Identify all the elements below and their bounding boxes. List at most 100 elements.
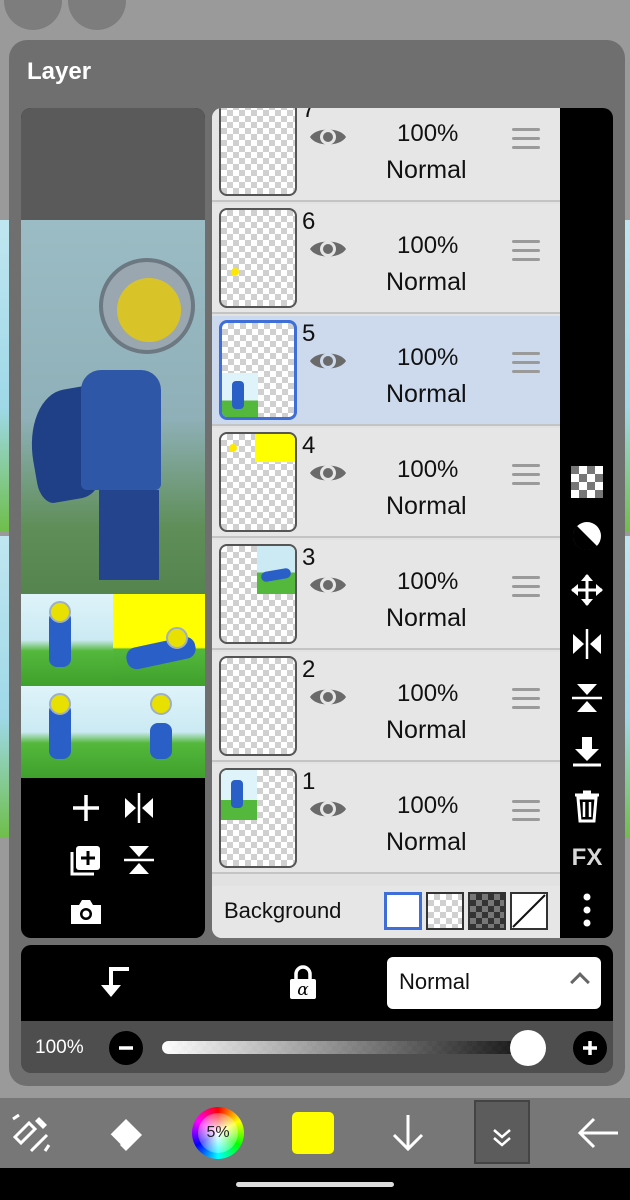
- move-icon: [571, 574, 603, 606]
- back-button[interactable]: [570, 1106, 624, 1160]
- duplicate-layer-button[interactable]: [66, 840, 106, 880]
- arrow-down-icon: [392, 1115, 424, 1152]
- eye-icon[interactable]: [308, 682, 348, 712]
- layer-opacity: 100%: [397, 344, 459, 371]
- background-transparent-dark-swatch[interactable]: [468, 892, 506, 930]
- drag-handle-icon[interactable]: [512, 128, 540, 152]
- merge-down-button[interactable]: [567, 732, 607, 772]
- opacity-slider-handle[interactable]: [510, 1030, 546, 1066]
- flip-horizontal-icon: [125, 793, 153, 823]
- delete-layer-button[interactable]: [567, 786, 607, 826]
- trash-icon: [575, 790, 599, 823]
- preview-empty-area: [21, 108, 205, 220]
- background-transparent-light-swatch[interactable]: [426, 892, 464, 930]
- layer-blend-mode: Normal: [386, 604, 467, 632]
- fx-button[interactable]: FX: [567, 838, 607, 878]
- layer-opacity: 100%: [397, 232, 459, 259]
- layer-opacity: 100%: [397, 792, 459, 819]
- clipping-button[interactable]: [97, 965, 137, 1005]
- layer-preview-panel: [21, 108, 205, 938]
- drag-handle-icon[interactable]: [512, 240, 540, 264]
- layer-number: 1: [302, 768, 316, 795]
- layer-opacity: 100%: [397, 456, 459, 483]
- layer-thumbnail[interactable]: [219, 208, 297, 308]
- drag-handle-icon[interactable]: [512, 576, 540, 600]
- layer-row-1[interactable]: 1 100% Normal: [212, 764, 560, 874]
- opacity-slider-track[interactable]: [162, 1041, 542, 1054]
- layer-flip-vertical-button[interactable]: [567, 678, 607, 718]
- camera-icon: [71, 900, 101, 924]
- eraser-icon: [109, 1119, 142, 1151]
- system-navigation-bar: [0, 1168, 630, 1200]
- eye-icon[interactable]: [308, 122, 348, 152]
- layer-row-2[interactable]: 2 100% Normal: [212, 652, 560, 762]
- collapse-toolbar-button[interactable]: [474, 1100, 530, 1164]
- flip-horizontal-button[interactable]: [119, 788, 159, 828]
- redo-button[interactable]: [68, 0, 126, 30]
- svg-text:α: α: [297, 980, 309, 1000]
- tool-switch-button[interactable]: [4, 1106, 58, 1160]
- eye-icon[interactable]: [308, 346, 348, 376]
- layer-row-5[interactable]: 5 100% Normal: [212, 316, 560, 426]
- eraser-tool-button[interactable]: [98, 1106, 152, 1160]
- preview-tools: [21, 778, 205, 938]
- blend-mode-value: Normal: [399, 969, 470, 994]
- plus-icon: [583, 1041, 597, 1055]
- layer-thumbnail[interactable]: [219, 656, 297, 756]
- flip-horizontal-icon: [573, 629, 601, 659]
- layer-row-3[interactable]: 3 100% Normal: [212, 540, 560, 650]
- layer-opacity: 100%: [397, 120, 459, 147]
- brush-size-button[interactable]: 5%: [191, 1106, 245, 1160]
- layer-row-4[interactable]: 4 100% Normal: [212, 428, 560, 538]
- transparency-lock-button[interactable]: [567, 462, 607, 502]
- eye-icon[interactable]: [308, 458, 348, 488]
- minus-icon: [119, 1046, 133, 1050]
- opacity-value: 100%: [35, 1037, 84, 1058]
- layer-blend-mode: Normal: [386, 156, 467, 184]
- more-vertical-icon: [583, 893, 591, 927]
- layer-opacity: 100%: [397, 680, 459, 707]
- drag-handle-icon[interactable]: [512, 688, 540, 712]
- preview-tile: [21, 594, 113, 686]
- eye-icon[interactable]: [308, 570, 348, 600]
- layer-down-button[interactable]: [381, 1106, 435, 1160]
- more-options-button[interactable]: [567, 890, 607, 930]
- contrast-icon: [572, 522, 601, 551]
- invert-button[interactable]: [567, 516, 607, 556]
- eye-icon[interactable]: [308, 794, 348, 824]
- layer-thumbnail[interactable]: [219, 768, 297, 868]
- home-gesture-pill[interactable]: [236, 1182, 394, 1187]
- eye-icon[interactable]: [308, 234, 348, 264]
- background-white-swatch[interactable]: [384, 892, 422, 930]
- alpha-lock-button[interactable]: α: [287, 965, 327, 1005]
- opacity-decrease-button[interactable]: [109, 1031, 143, 1065]
- camera-button[interactable]: [66, 892, 106, 932]
- flip-vertical-button[interactable]: [119, 840, 159, 880]
- layer-row-7[interactable]: 7 100% Normal: [212, 108, 560, 202]
- background-label: Background: [224, 898, 342, 923]
- drag-handle-icon[interactable]: [512, 352, 540, 376]
- brush-size-value: 5%: [198, 1113, 238, 1153]
- color-picker-button[interactable]: [286, 1106, 340, 1160]
- layer-thumbnail[interactable]: [219, 108, 297, 196]
- undo-button[interactable]: [4, 0, 62, 30]
- layer-blend-mode: Normal: [386, 380, 467, 408]
- layer-thumbnail[interactable]: [219, 320, 297, 420]
- blend-mode-select[interactable]: Normal: [387, 957, 601, 1009]
- layer-row-6[interactable]: 6 100% Normal: [212, 204, 560, 314]
- clipping-arrow-icon: [101, 967, 129, 997]
- layer-number: 6: [302, 208, 316, 235]
- layer-thumbnail[interactable]: [219, 432, 297, 532]
- move-layer-button[interactable]: [567, 570, 607, 610]
- add-layer-button[interactable]: [66, 788, 106, 828]
- layer-list[interactable]: 7 100% Normal 6 100% Normal 5 100% Norma: [212, 108, 560, 938]
- layer-flip-horizontal-button[interactable]: [567, 624, 607, 664]
- drag-handle-icon[interactable]: [512, 464, 540, 488]
- drag-handle-icon[interactable]: [512, 800, 540, 824]
- layer-thumbnail[interactable]: [219, 544, 297, 644]
- preview-composite-grid: [21, 594, 205, 778]
- flip-vertical-icon: [572, 684, 602, 712]
- opacity-increase-button[interactable]: [573, 1031, 607, 1065]
- layer-blend-mode: Normal: [386, 716, 467, 744]
- background-none-swatch[interactable]: [510, 892, 548, 930]
